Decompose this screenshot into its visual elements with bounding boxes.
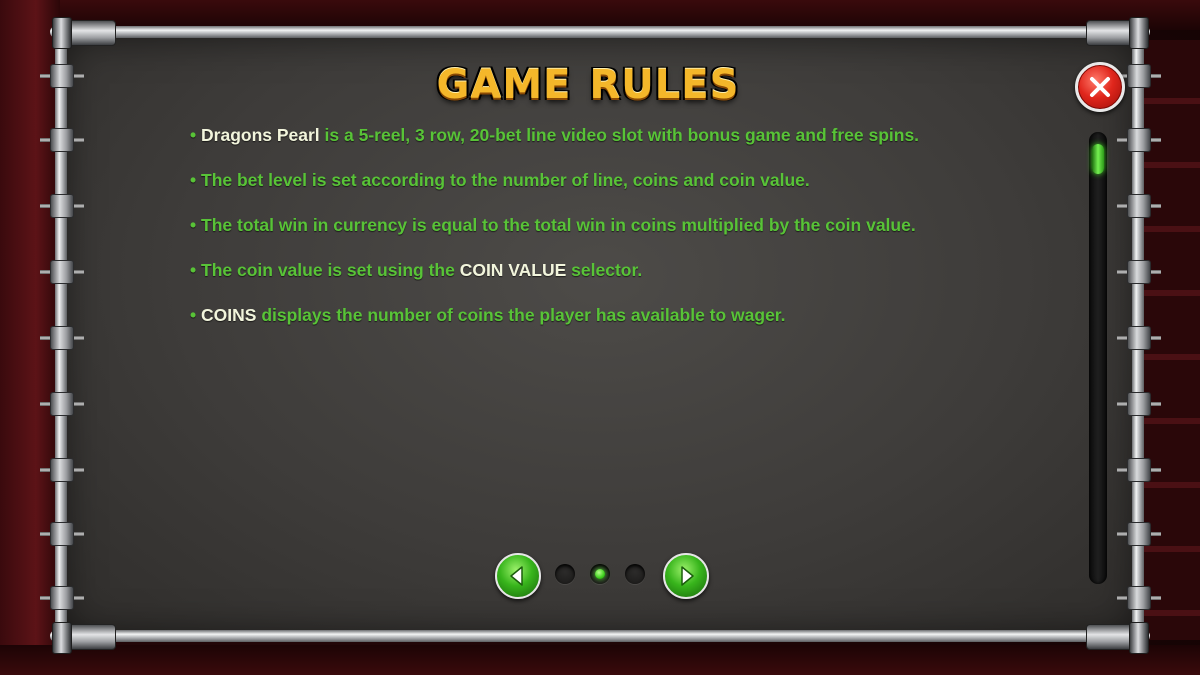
rule-item: • Dragons Pearl is a 5-reel, 3 row, 20-b… [190, 124, 1070, 169]
corner-knob-top-left [52, 17, 72, 49]
rules-list: • Dragons Pearl is a 5-reel, 3 row, 20-b… [190, 124, 1070, 349]
pipe-clamp [1117, 522, 1161, 546]
background-bottom [0, 645, 1200, 675]
rule-highlight: Dragons Pearl [201, 125, 320, 145]
rule-item: • The bet level is set according to the … [190, 169, 1070, 214]
pipe-clamp [1117, 326, 1161, 350]
pipe-clamp [40, 194, 84, 218]
page-dot-2-active[interactable] [590, 564, 610, 584]
rule-highlight: COIN VALUE [459, 260, 567, 280]
corner-fitting-bottom-left [66, 624, 116, 650]
pipe-clamp [40, 522, 84, 546]
rule-text: The bet level is set according to the nu… [201, 170, 810, 190]
rule-highlight: COINS [201, 305, 257, 325]
pipe-clamp [1117, 194, 1161, 218]
pipe-clamp [40, 586, 84, 610]
pipe-top [50, 26, 1150, 38]
scrollbar-track[interactable] [1089, 132, 1107, 584]
previous-page-button[interactable] [495, 553, 541, 599]
game-rules-screen: GAME RULES • Dragons Pearl is a 5-reel, 3… [0, 0, 1200, 675]
pipe-clamp [1117, 458, 1161, 482]
pipe-clamp [1117, 392, 1161, 416]
rule-text: displays the number of coins the player … [256, 305, 786, 325]
page-dot-3[interactable] [625, 564, 645, 584]
rule-text: is a 5-reel, 3 row, 20-bet line video sl… [319, 125, 920, 145]
close-x-icon [1090, 77, 1110, 97]
corner-knob-bottom-right [1129, 622, 1149, 654]
rule-item: • The total win in currency is equal to … [190, 214, 1070, 259]
bullet: • [190, 305, 197, 325]
page-dot-1[interactable] [555, 564, 575, 584]
bullet: • [190, 260, 197, 280]
pipe-clamp [1117, 128, 1161, 152]
rule-text: The total win in currency is equal to th… [201, 215, 916, 235]
rule-item: • The coin value is set using the COIN V… [190, 259, 1070, 304]
pipe-clamp [40, 392, 84, 416]
pipe-clamp [1117, 260, 1161, 284]
rule-item: • COINS displays the number of coins the… [190, 304, 1070, 349]
scrollbar-thumb[interactable] [1092, 144, 1104, 174]
rule-text: The coin value is set using the [201, 260, 460, 280]
page-title: GAME RULES [0, 62, 1176, 108]
title-word-game: GAME [436, 62, 572, 108]
pipe-clamp [40, 458, 84, 482]
bullet: • [190, 215, 197, 235]
pipe-clamp [40, 260, 84, 284]
close-button[interactable] [1075, 62, 1125, 112]
arrow-right-icon [681, 566, 694, 586]
pipe-clamp [40, 326, 84, 350]
corner-fitting-top-left [66, 20, 116, 46]
rule-text-post: selector. [566, 260, 643, 280]
corner-knob-bottom-left [52, 622, 72, 654]
next-page-button[interactable] [663, 553, 709, 599]
pipe-bottom [50, 630, 1150, 642]
title-word-rules: RULES [589, 62, 740, 108]
bullet: • [190, 170, 197, 190]
pipe-clamp [1117, 586, 1161, 610]
bullet: • [190, 125, 197, 145]
arrow-left-icon [510, 566, 523, 586]
pipe-clamp [40, 128, 84, 152]
corner-knob-top-right [1129, 17, 1149, 49]
